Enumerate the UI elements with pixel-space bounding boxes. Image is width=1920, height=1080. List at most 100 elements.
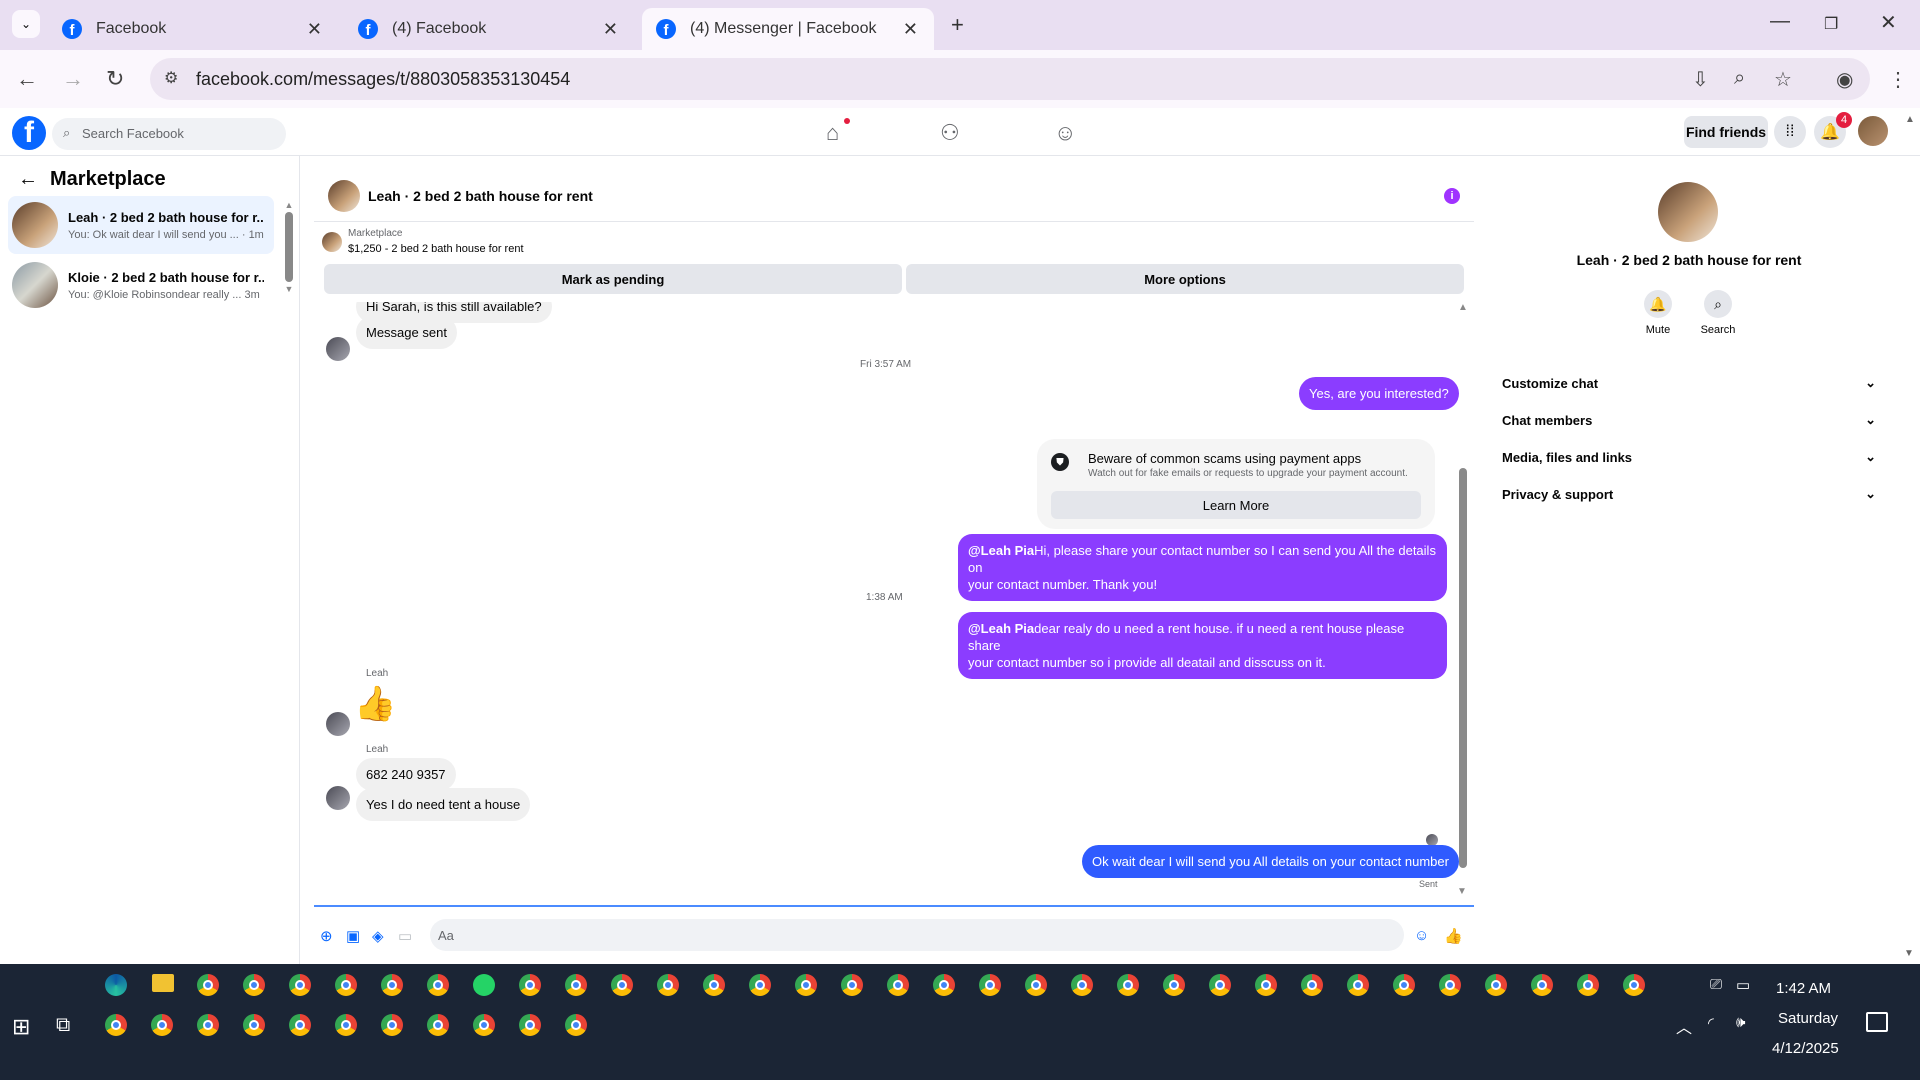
gif-icon[interactable]: ▭ xyxy=(398,927,412,945)
chrome-icon[interactable] xyxy=(565,1014,587,1036)
wifi-icon[interactable]: ◜ xyxy=(1708,1014,1714,1032)
scroll-up-icon[interactable]: ▲ xyxy=(284,200,294,210)
sticker-icon[interactable]: ◈ xyxy=(372,927,384,945)
mention[interactable]: @Leah Pia xyxy=(968,543,1034,558)
mark-as-pending-button[interactable]: Mark as pending xyxy=(324,264,902,294)
clock-date[interactable]: 4/12/2025 xyxy=(1772,1040,1839,1057)
mention[interactable]: @Leah Pia xyxy=(968,621,1034,636)
chrome-icon[interactable] xyxy=(933,974,955,996)
chat-scrollbar[interactable]: ▲ ▼ xyxy=(1457,302,1469,902)
chrome-icon[interactable] xyxy=(289,974,311,996)
chrome-icon[interactable] xyxy=(1577,974,1599,996)
chrome-icon[interactable] xyxy=(1301,974,1323,996)
section-customize-chat[interactable]: Customize chat ⌄ xyxy=(1502,368,1876,398)
learn-more-button[interactable]: Learn More xyxy=(1051,491,1421,519)
chrome-icon[interactable] xyxy=(519,974,541,996)
section-privacy-support[interactable]: Privacy & support ⌄ xyxy=(1502,479,1876,509)
show-hidden-icons-chevron-icon[interactable]: ︿ xyxy=(1676,1014,1692,1038)
profile-circle-icon[interactable]: ☺ xyxy=(1054,120,1076,146)
forward-icon[interactable]: → xyxy=(62,66,84,92)
chrome-icon[interactable] xyxy=(1255,974,1277,996)
meet-now-icon[interactable]: ⎚ xyxy=(1710,976,1722,993)
chrome-icon[interactable] xyxy=(381,974,403,996)
contact-photo[interactable] xyxy=(1658,182,1718,242)
chrome-icon[interactable] xyxy=(473,1014,495,1036)
scroll-down-icon[interactable]: ▼ xyxy=(1904,948,1914,959)
chrome-icon[interactable] xyxy=(1485,974,1507,996)
windows-start-icon[interactable]: ⊞ xyxy=(12,1014,30,1040)
chrome-icon[interactable] xyxy=(335,974,357,996)
facebook-search-input[interactable]: ⌕ Search Facebook xyxy=(52,118,286,150)
bookmark-star-icon[interactable]: ☆ xyxy=(1774,67,1792,92)
chrome-icon[interactable] xyxy=(427,974,449,996)
chrome-icon[interactable] xyxy=(1209,974,1231,996)
apps-grid-icon[interactable]: ⁞⁞ xyxy=(1774,116,1806,148)
chat-header-thumbnail[interactable] xyxy=(328,179,360,212)
chrome-icon[interactable] xyxy=(1071,974,1093,996)
chrome-icon[interactable] xyxy=(1439,974,1461,996)
close-tab-icon[interactable]: ✕ xyxy=(603,19,618,40)
browser-tab-2[interactable]: f (4) Facebook ✕ xyxy=(344,8,634,50)
photo-icon[interactable]: ▣ xyxy=(346,927,360,945)
browser-tab-1[interactable]: f Facebook ✕ xyxy=(48,8,338,50)
clock-time[interactable]: 1:42 AM xyxy=(1776,980,1831,997)
chrome-icon[interactable] xyxy=(657,974,679,996)
chrome-icon[interactable] xyxy=(197,1014,219,1036)
chrome-icon[interactable] xyxy=(1347,974,1369,996)
restore-icon[interactable]: ❐ xyxy=(1824,14,1838,34)
chrome-icon[interactable] xyxy=(1531,974,1553,996)
chrome-icon[interactable] xyxy=(1025,974,1047,996)
chrome-icon[interactable] xyxy=(151,1014,173,1036)
scroll-up-icon[interactable]: ▲ xyxy=(1457,302,1469,313)
chrome-icon[interactable] xyxy=(887,974,909,996)
chat-title[interactable]: Leah · 2 bed 2 bath house for rent xyxy=(368,188,593,204)
chrome-icon[interactable] xyxy=(289,1014,311,1036)
plus-icon[interactable]: ⊕ xyxy=(320,927,333,945)
mute-button[interactable]: 🔔 Mute xyxy=(1628,290,1688,336)
notification-center-icon[interactable] xyxy=(1866,1012,1888,1032)
find-friends-button[interactable]: Find friends xyxy=(1684,116,1768,148)
conversation-item-kloie[interactable]: Kloie · 2 bed 2 bath house for r... You:… xyxy=(8,256,274,314)
reload-icon[interactable]: ↻ xyxy=(106,66,124,92)
chrome-icon[interactable] xyxy=(841,974,863,996)
back-arrow-icon[interactable]: ← xyxy=(18,168,38,191)
message-input[interactable]: Aa xyxy=(430,919,1404,951)
zoom-icon[interactable]: ⌕ xyxy=(1734,67,1745,90)
facebook-logo-icon[interactable]: f xyxy=(12,116,46,150)
search-conversation-button[interactable]: ⌕ Search xyxy=(1688,290,1748,336)
chrome-icon[interactable] xyxy=(243,974,265,996)
chrome-icon[interactable] xyxy=(1163,974,1185,996)
install-app-icon[interactable]: ⇩ xyxy=(1692,67,1709,92)
section-chat-members[interactable]: Chat members ⌄ xyxy=(1502,405,1876,435)
scroll-thumb[interactable] xyxy=(285,212,293,282)
address-bar[interactable]: ⚙ facebook.com/messages/t/88030583531304… xyxy=(150,58,1870,100)
volume-icon[interactable]: 🕪 xyxy=(1736,1014,1745,1031)
scroll-down-icon[interactable]: ▼ xyxy=(1457,886,1467,897)
chrome-icon[interactable] xyxy=(197,974,219,996)
home-icon[interactable]: ⌂ xyxy=(826,120,839,146)
scroll-up-icon[interactable]: ▲ xyxy=(1900,114,1920,125)
info-icon[interactable]: i xyxy=(1444,188,1460,204)
back-icon[interactable]: ← xyxy=(16,66,38,92)
close-window-icon[interactable]: ✕ xyxy=(1880,10,1897,35)
chrome-icon[interactable] xyxy=(565,974,587,996)
scroll-thumb[interactable] xyxy=(1459,468,1467,868)
chrome-icon[interactable] xyxy=(335,1014,357,1036)
chrome-icon[interactable] xyxy=(611,974,633,996)
chrome-icon[interactable] xyxy=(105,1014,127,1036)
chrome-icon[interactable] xyxy=(749,974,771,996)
chrome-icon[interactable] xyxy=(795,974,817,996)
like-send-icon[interactable]: 👍 xyxy=(1444,927,1463,945)
chrome-icon[interactable] xyxy=(1393,974,1415,996)
chrome-icon[interactable] xyxy=(381,1014,403,1036)
tab-list-button[interactable]: ⌄ xyxy=(12,10,40,38)
browser-tab-3-active[interactable]: f (4) Messenger | Facebook ✕ xyxy=(642,8,934,50)
chrome-icon[interactable] xyxy=(243,1014,265,1036)
section-media-files-links[interactable]: Media, files and links ⌄ xyxy=(1502,442,1876,472)
listing-banner[interactable]: Marketplace $1,250 - 2 bed 2 bath house … xyxy=(322,228,524,255)
chrome-icon[interactable] xyxy=(1117,974,1139,996)
sidebar-scrollbar[interactable]: ▲ ▼ xyxy=(284,200,294,294)
emoji-icon[interactable]: ☺ xyxy=(1414,927,1429,944)
friends-icon[interactable]: ⚇ xyxy=(940,120,960,146)
chrome-icon[interactable] xyxy=(979,974,1001,996)
